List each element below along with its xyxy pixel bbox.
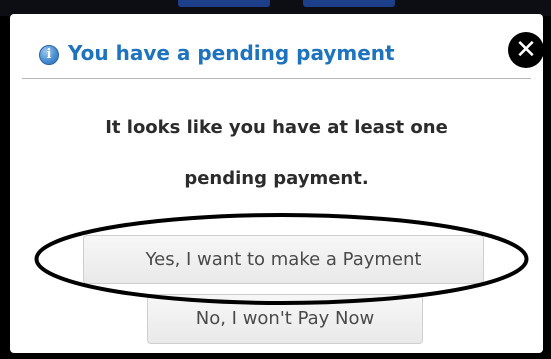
close-icon[interactable]: ✕ (508, 32, 544, 68)
dialog-titlebar: i You have a pending payment ✕ (10, 14, 544, 80)
dialog-title: You have a pending payment (68, 41, 395, 65)
message-line-1: It looks like you have at least one (105, 117, 448, 138)
info-icon: i (39, 45, 59, 65)
message-line-2: pending payment. (184, 168, 369, 189)
pending-payment-dialog: i You have a pending payment ✕ It looks … (10, 14, 544, 353)
dialog-message: It looks like you have at least one pend… (30, 102, 523, 204)
background-element (178, 0, 270, 7)
pay-later-button[interactable]: No, I won't Pay Now (147, 294, 423, 344)
background-element (303, 0, 395, 7)
make-payment-button[interactable]: Yes, I want to make a Payment (83, 235, 484, 284)
title-divider (22, 78, 531, 79)
